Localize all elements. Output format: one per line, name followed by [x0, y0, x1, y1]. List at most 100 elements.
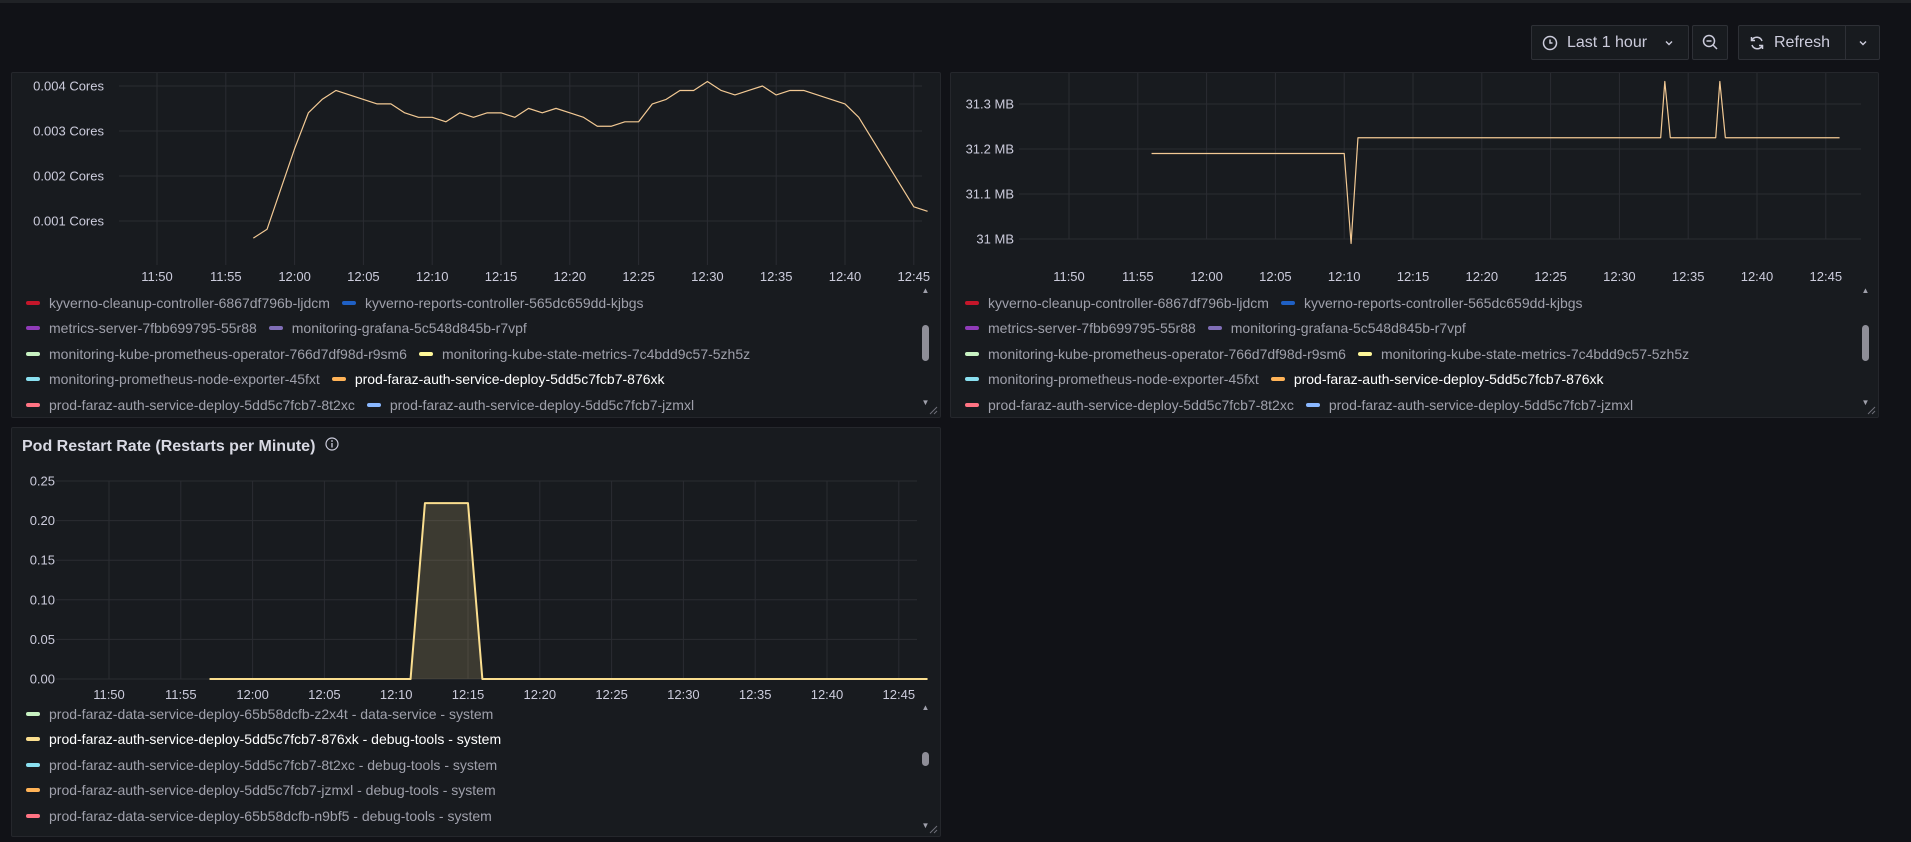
x-tick-label: 12:00: [1190, 269, 1223, 284]
legend-item[interactable]: monitoring-grafana-5c548d845b-r7vpf: [1207, 320, 1466, 336]
y-tick-label: 0.001 Cores: [33, 214, 104, 229]
legend-item[interactable]: prod-faraz-data-service-deploy-65b58dcfb…: [26, 808, 492, 824]
legend-label: prod-faraz-auth-service-deploy-5dd5c7fcb…: [49, 396, 355, 413]
resize-handle[interactable]: [928, 824, 938, 834]
scroll-thumb[interactable]: [922, 752, 929, 766]
x-tick-label: 12:10: [416, 269, 449, 284]
legend-item[interactable]: prod-faraz-auth-service-deploy-5dd5c7fcb…: [965, 397, 1294, 413]
legend-row: metrics-server-7fbb699795-55r88 monitorin…: [26, 316, 926, 342]
memory-legend: kyverno-cleanup-controller-6867df796b-lj…: [965, 290, 1865, 414]
restart-legend: prod-faraz-data-service-deploy-65b58dcfb…: [26, 701, 926, 831]
legend-item[interactable]: prod-faraz-auth-service-deploy-5dd5c7fcb…: [26, 731, 501, 747]
legend-item[interactable]: monitoring-kube-prometheus-operator-766d…: [965, 346, 1346, 362]
dashboard-toolbar: Last 1 hour Refresh: [0, 0, 1911, 76]
x-tick-label: 12:25: [622, 269, 655, 284]
legend-item[interactable]: monitoring-kube-prometheus-operator-766d…: [26, 346, 407, 362]
legend-item[interactable]: monitoring-kube-state-metrics-7c4bdd9c57…: [1357, 345, 1690, 362]
legend-row: kyverno-cleanup-controller-6867df796b-lj…: [965, 290, 1865, 316]
series-line[interactable]: [252, 80, 928, 239]
legend-item[interactable]: prod-faraz-auth-service-deploy-5dd5c7fcb…: [26, 397, 355, 413]
legend-label: monitoring-grafana-5c548d845b-r7vpf: [291, 320, 527, 337]
refresh-button[interactable]: Refresh: [1739, 26, 1845, 59]
legend-swatch: [26, 813, 40, 818]
legend-row: prod-faraz-auth-service-deploy-5dd5c7fcb…: [965, 392, 1865, 414]
legend-item[interactable]: prod-faraz-auth-service-deploy-5dd5c7fcb…: [1305, 397, 1633, 413]
x-tick-label: 12:10: [1328, 269, 1361, 284]
y-tick-label: 0.002 Cores: [33, 169, 104, 184]
scroll-thumb[interactable]: [922, 325, 929, 361]
legend-row: monitoring-prometheus-node-exporter-45fx…: [26, 367, 926, 393]
legend-row: prod-faraz-data-service-deploy-65b58dcfb…: [26, 803, 926, 829]
legend-row: prod-faraz-data-service-deploy-65b58dcfb…: [26, 701, 926, 727]
x-tick-label: 12:45: [1810, 269, 1843, 284]
legend-row: kyverno-cleanup-controller-6867df796b-lj…: [26, 290, 926, 316]
legend-item[interactable]: monitoring-kube-state-metrics-7c4bdd9c57…: [418, 346, 750, 362]
refresh-interval-dropdown[interactable]: [1845, 26, 1879, 59]
x-tick-label: 12:35: [739, 687, 772, 702]
restart-legend-scrollbar[interactable]: ▲ ▼: [921, 704, 930, 830]
series-line[interactable]: [1151, 80, 1840, 245]
legend-item[interactable]: prod-faraz-auth-service-deploy-5dd5c7fcb…: [26, 757, 497, 773]
cpu-usage-panel: 11:50 11:55 12:00 12:05 12:10 12:15 12:20 12:25…: [11, 72, 941, 418]
legend-swatch: [26, 377, 40, 382]
series-line[interactable]: [209, 502, 928, 680]
x-tick-label: 12:15: [452, 687, 485, 702]
legend-label: prod-faraz-data-service-deploy-65b58dcfb…: [49, 807, 492, 824]
refresh-button-group: Refresh: [1738, 25, 1880, 60]
legend-swatch: [26, 737, 40, 742]
y-tick-label: 31.2 MB: [966, 142, 1014, 157]
legend-item[interactable]: monitoring-prometheus-node-exporter-45fx…: [965, 371, 1259, 387]
x-tick-label: 12:45: [898, 269, 931, 284]
legend-row: prod-faraz-auth-service-deploy-5dd5c7fcb…: [26, 392, 926, 414]
x-tick-label: 12:00: [278, 269, 311, 284]
zoom-out-button[interactable]: [1692, 25, 1728, 60]
legend-item[interactable]: monitoring-grafana-5c548d845b-r7vpf: [268, 320, 527, 337]
legend-item[interactable]: metrics-server-7fbb699795-55r88: [965, 320, 1196, 336]
legend-label: monitoring-kube-state-metrics-7c4bdd9c57…: [1380, 345, 1690, 362]
legend-item[interactable]: kyverno-cleanup-controller-6867df796b-lj…: [26, 295, 330, 311]
legend-swatch: [965, 402, 979, 407]
resize-handle[interactable]: [928, 405, 938, 415]
x-tick-label: 12:30: [691, 269, 724, 284]
memory-legend-scrollbar[interactable]: ▲ ▼: [1861, 287, 1870, 407]
time-range-picker[interactable]: Last 1 hour: [1531, 25, 1689, 60]
x-tick-label: 12:10: [380, 687, 413, 702]
series-area: [209, 503, 928, 679]
legend-label: kyverno-cleanup-controller-6867df796b-lj…: [49, 294, 330, 311]
x-tick-label: 12:20: [1466, 269, 1499, 284]
y-tick-label: 0.25: [30, 474, 55, 489]
legend-label: monitoring-prometheus-node-exporter-45fx…: [49, 371, 320, 388]
legend-item[interactable]: prod-faraz-auth-service-deploy-5dd5c7fcb…: [331, 371, 665, 388]
resize-handle[interactable]: [1866, 405, 1876, 415]
legend-label: prod-faraz-auth-service-deploy-5dd5c7fcb…: [49, 731, 502, 748]
legend-item[interactable]: prod-faraz-auth-service-deploy-5dd5c7fcb…: [1270, 371, 1604, 388]
x-tick-label: 12:20: [554, 269, 587, 284]
x-tick-label: 12:30: [667, 687, 700, 702]
cpu-legend-scrollbar[interactable]: ▲ ▼: [921, 287, 930, 407]
x-tick-label: 12:35: [1672, 269, 1705, 284]
legend-item[interactable]: prod-faraz-auth-service-deploy-5dd5c7fcb…: [26, 782, 496, 798]
cpu-usage-chart: 11:50 11:55 12:00 12:05 12:10 12:15 12:20 12:25…: [33, 73, 931, 284]
legend-label: prod-faraz-auth-service-deploy-5dd5c7fcb…: [49, 782, 496, 799]
legend-item[interactable]: monitoring-prometheus-node-exporter-45fx…: [26, 371, 320, 387]
legend-label: prod-faraz-auth-service-deploy-5dd5c7fcb…: [1293, 371, 1604, 388]
legend-swatch: [965, 351, 979, 356]
refresh-label: Refresh: [1774, 33, 1831, 51]
scroll-thumb[interactable]: [1862, 325, 1869, 361]
y-tick-label: 0.05: [30, 632, 55, 647]
x-tick-label: 11:55: [165, 687, 197, 702]
legend-label: prod-faraz-auth-service-deploy-5dd5c7fcb…: [354, 371, 665, 388]
legend-row: prod-faraz-auth-service-deploy-5dd5c7fcb…: [26, 752, 926, 778]
y-tick-label: 31.3 MB: [966, 97, 1014, 112]
memory-usage-chart: 11:50 11:55 12:00 12:05 12:10 12:15 12:20 12:25…: [966, 73, 1861, 284]
legend-swatch: [331, 377, 346, 382]
legend-item[interactable]: prod-faraz-data-service-deploy-65b58dcfb…: [26, 706, 493, 722]
legend-label: prod-faraz-auth-service-deploy-5dd5c7fcb…: [49, 756, 498, 773]
legend-item[interactable]: kyverno-reports-controller-565dc659dd-kj…: [1280, 295, 1583, 311]
x-tick-label: 11:55: [1122, 269, 1154, 284]
legend-item[interactable]: metrics-server-7fbb699795-55r88: [26, 320, 257, 336]
legend-item[interactable]: kyverno-cleanup-controller-6867df796b-lj…: [965, 295, 1269, 311]
y-tick-label: 31.1 MB: [966, 187, 1014, 202]
legend-item[interactable]: prod-faraz-auth-service-deploy-5dd5c7fcb…: [366, 397, 694, 413]
legend-item[interactable]: kyverno-reports-controller-565dc659dd-kj…: [341, 295, 644, 311]
